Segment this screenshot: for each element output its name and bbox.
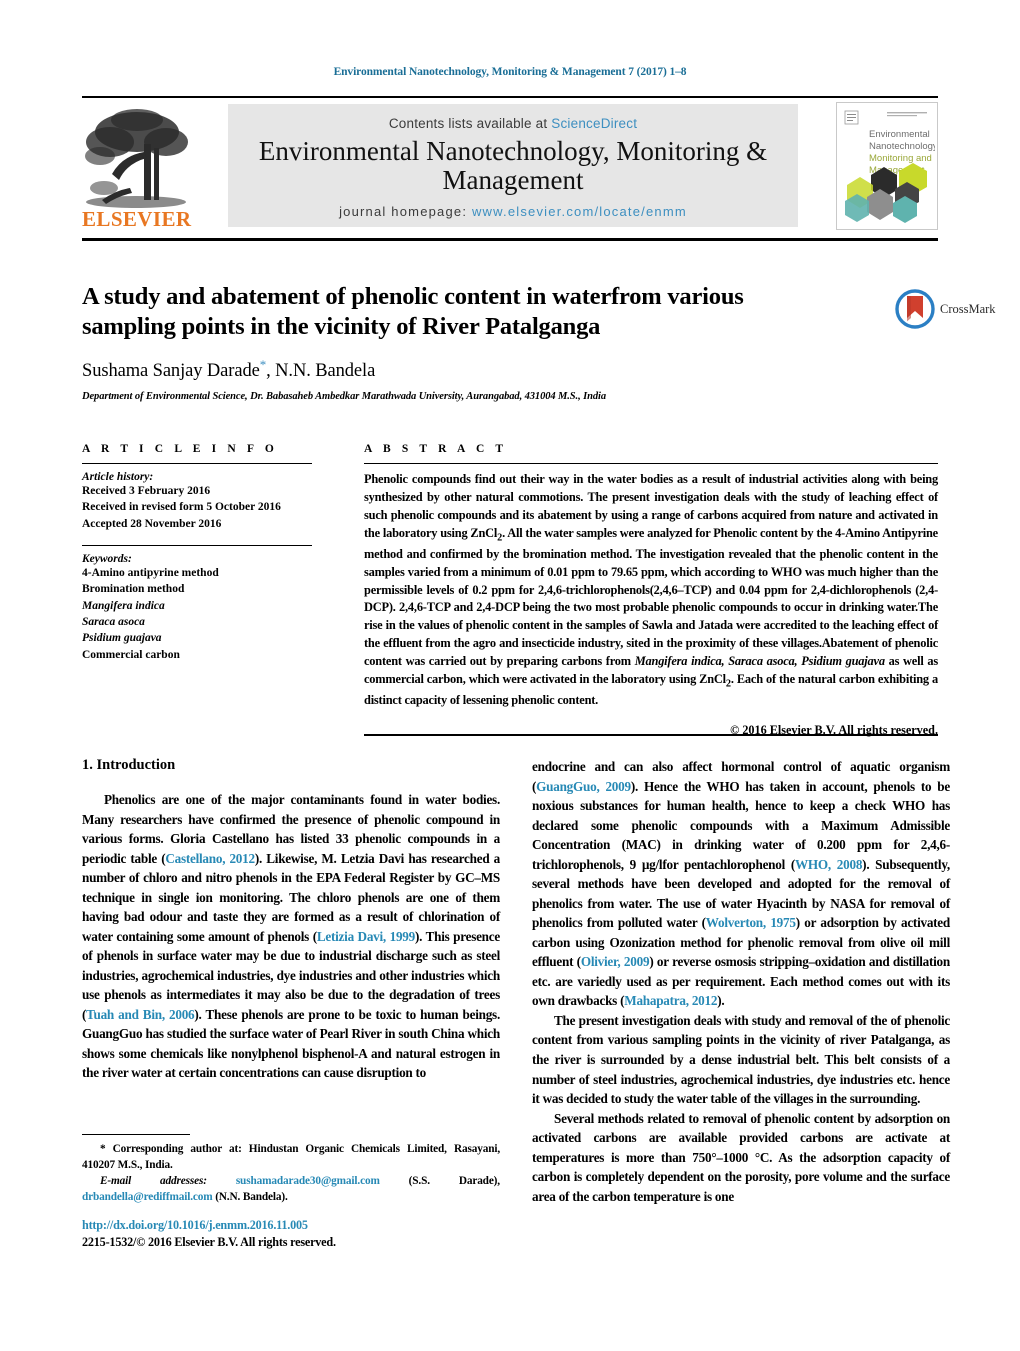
- footnote-rule: [82, 1134, 190, 1136]
- paragraph: endocrine and can also affect hormonal c…: [532, 759, 950, 1009]
- article-info-heading: A R T I C L E I N F O: [82, 443, 278, 455]
- keywords-label: Keywords:: [82, 552, 132, 565]
- doi-footer: http://dx.doi.org/10.1016/j.enmm.2016.11…: [82, 1217, 512, 1252]
- journal-homepage-line: journal homepage: www.elsevier.com/locat…: [228, 204, 798, 219]
- citation-link[interactable]: Letizia Davi, 1999: [317, 929, 415, 944]
- email-owner-primary: (S.S. Darade),: [408, 1175, 500, 1188]
- abstract-rule: [364, 463, 938, 464]
- citation-link[interactable]: Olivier, 2009: [581, 954, 650, 969]
- author-affiliation: Department of Environmental Science, Dr.…: [82, 390, 606, 402]
- citation-link[interactable]: Mahapatra, 2012: [624, 993, 717, 1008]
- abstract-text-2: . All the water samples were analyzed fo…: [364, 525, 938, 669]
- keyword-item: Mangifera indica: [82, 599, 165, 612]
- issn-copyright-line: 2215-1532/© 2016 Elsevier B.V. All right…: [82, 1235, 336, 1250]
- keyword-item: Saraca asoca: [82, 615, 145, 628]
- author-primary: Sushama Sanjay Darade: [82, 360, 260, 381]
- email-link-secondary[interactable]: drbandella@rediffmail.com: [82, 1191, 213, 1203]
- article-info-panel: A R T I C L E I N F O Article history: R…: [82, 443, 312, 663]
- abstract-panel: A B S T R A C T Phenolic compounds find …: [364, 443, 938, 738]
- author-list: Sushama Sanjay Darade*, N.N. Bandela: [82, 357, 842, 382]
- footnote-corresponding-text: Corresponding author at: Hindustan Organ…: [82, 1143, 500, 1172]
- contents-line: Contents lists available at ScienceDirec…: [228, 116, 798, 131]
- journal-title: Environmental Nanotechnology, Monitoring…: [258, 136, 768, 196]
- section-heading-introduction: 1. Introduction: [82, 757, 176, 773]
- footnote-email-label: E-mail addresses:: [100, 1175, 207, 1188]
- citation-link[interactable]: Castellano, 2012: [165, 851, 255, 866]
- footnote-star: *: [100, 1143, 106, 1156]
- keyword-item: Psidium guajava: [82, 632, 162, 645]
- article-history-received: Received 3 February 2016: [82, 485, 211, 497]
- sciencedirect-link[interactable]: ScienceDirect: [551, 116, 637, 131]
- keyword-item: Commercial carbon: [82, 648, 180, 661]
- doi-link[interactable]: http://dx.doi.org/10.1016/j.enmm.2016.11…: [82, 1217, 512, 1234]
- corresponding-author-footnote: * Corresponding author at: Hindustan Org…: [82, 1134, 500, 1206]
- email-link-primary[interactable]: sushamadarade30@gmail.com: [236, 1175, 380, 1187]
- journal-article-page: Environmental Nanotechnology, Monitoring…: [0, 0, 1020, 1351]
- journal-band: Contents lists available at ScienceDirec…: [228, 104, 798, 227]
- article-history-revised: Received in revised form 5 October 2016: [82, 501, 281, 514]
- keyword-item: 4-Amino antipyrine method: [82, 566, 219, 579]
- crossmark-label: CrossMark: [940, 301, 996, 316]
- citation-link[interactable]: GuangGuo, 2009: [536, 779, 631, 794]
- homepage-prefix: journal homepage:: [339, 204, 468, 220]
- crossmark-badge[interactable]: CrossMark: [895, 287, 1000, 331]
- paragraph: Several methods related to removal of ph…: [532, 1110, 950, 1204]
- elsevier-tree-icon: [85, 109, 188, 208]
- paragraph: Phenolics are one of the major contamina…: [82, 792, 500, 1081]
- article-history-accepted: Accepted 28 November 2016: [82, 517, 222, 530]
- svg-text:Environmental: Environmental: [869, 129, 930, 140]
- article-history-label: Article history:: [82, 471, 154, 483]
- abstract-bottom-rule: [364, 734, 938, 736]
- crossmark-logo-icon: [895, 289, 935, 329]
- abstract-body: Phenolic compounds find out their way in…: [364, 471, 938, 710]
- running-head: Environmental Nanotechnology, Monitoring…: [333, 66, 687, 78]
- citation-link[interactable]: Wolverton, 1975: [706, 915, 796, 930]
- masthead-bottom-rule: [82, 238, 938, 241]
- abstract-species-list: Mangifera indica, Saraca asoca, Psidium …: [634, 654, 885, 669]
- journal-masthead: ELSEVIER Contents lists available at Sci…: [82, 96, 938, 234]
- citation-link[interactable]: Tuah and Bin, 2006: [86, 1007, 194, 1022]
- article-info-rule: [82, 463, 312, 464]
- page-title: A study and abatement of phenolic conten…: [82, 283, 744, 340]
- article-title-area: A study and abatement of phenolic conten…: [82, 282, 842, 402]
- email-owner-secondary: (N.N. Bandela).: [215, 1190, 288, 1203]
- keywords-rule: [82, 544, 312, 546]
- elsevier-logo: ELSEVIER: [82, 104, 192, 232]
- author-secondary: , N.N. Bandela: [266, 360, 376, 381]
- elsevier-wordmark: ELSEVIER: [82, 207, 192, 231]
- journal-cover-thumbnail: Environmental Nanotechnology Monitoring …: [836, 102, 938, 230]
- svg-text:Nanotechnology: Nanotechnology: [869, 141, 935, 152]
- abstract-heading: A B S T R A C T: [364, 443, 508, 455]
- abstract-copyright: © 2016 Elsevier B.V. All rights reserved…: [730, 723, 938, 738]
- journal-cover-image: Environmental Nanotechnology Monitoring …: [837, 103, 937, 227]
- citation-link[interactable]: WHO, 2008: [795, 857, 862, 872]
- keyword-item: Bromination method: [82, 583, 185, 596]
- homepage-url-link[interactable]: www.elsevier.com/locate/enmm: [472, 204, 687, 219]
- svg-text:Monitoring and: Monitoring and: [869, 153, 932, 164]
- paragraph: The present investigation deals with stu…: [532, 1012, 950, 1107]
- footnote-body: * Corresponding author at: Hindustan Org…: [82, 1142, 500, 1205]
- contents-prefix: Contents lists available at: [388, 116, 552, 131]
- body-column-left: 1. Introduction Phenolics are one of the…: [82, 757, 500, 1083]
- body-column-right: endocrine and can also affect hormonal c…: [532, 757, 950, 1206]
